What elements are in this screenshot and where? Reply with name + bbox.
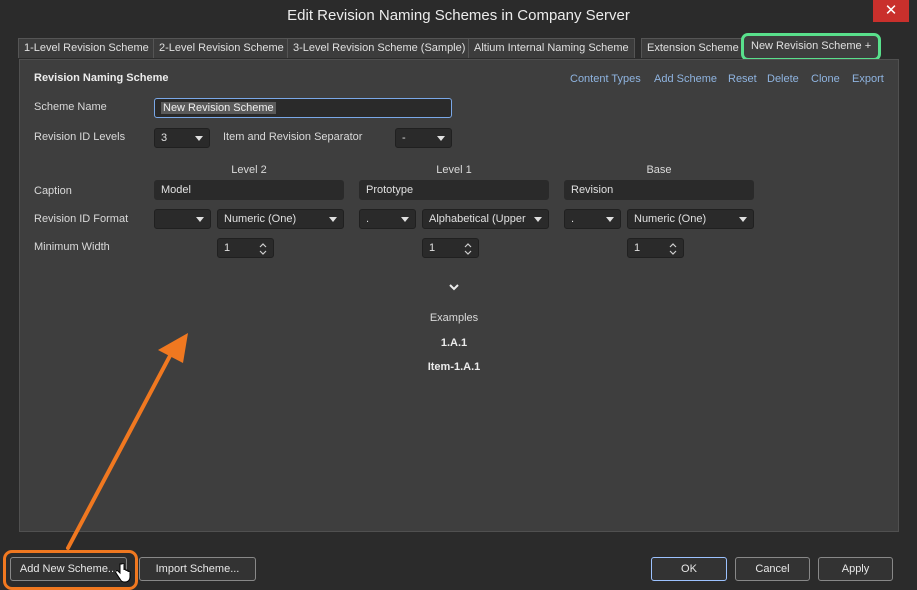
add-new-scheme-button[interactable]: Add New Scheme... <box>10 557 127 581</box>
apply-button[interactable]: Apply <box>818 557 893 581</box>
hand-cursor-icon <box>115 563 131 583</box>
import-scheme-button[interactable]: Import Scheme... <box>139 557 256 581</box>
annotation-arrow <box>66 333 188 550</box>
ok-button[interactable]: OK <box>651 557 727 581</box>
cancel-button[interactable]: Cancel <box>735 557 810 581</box>
